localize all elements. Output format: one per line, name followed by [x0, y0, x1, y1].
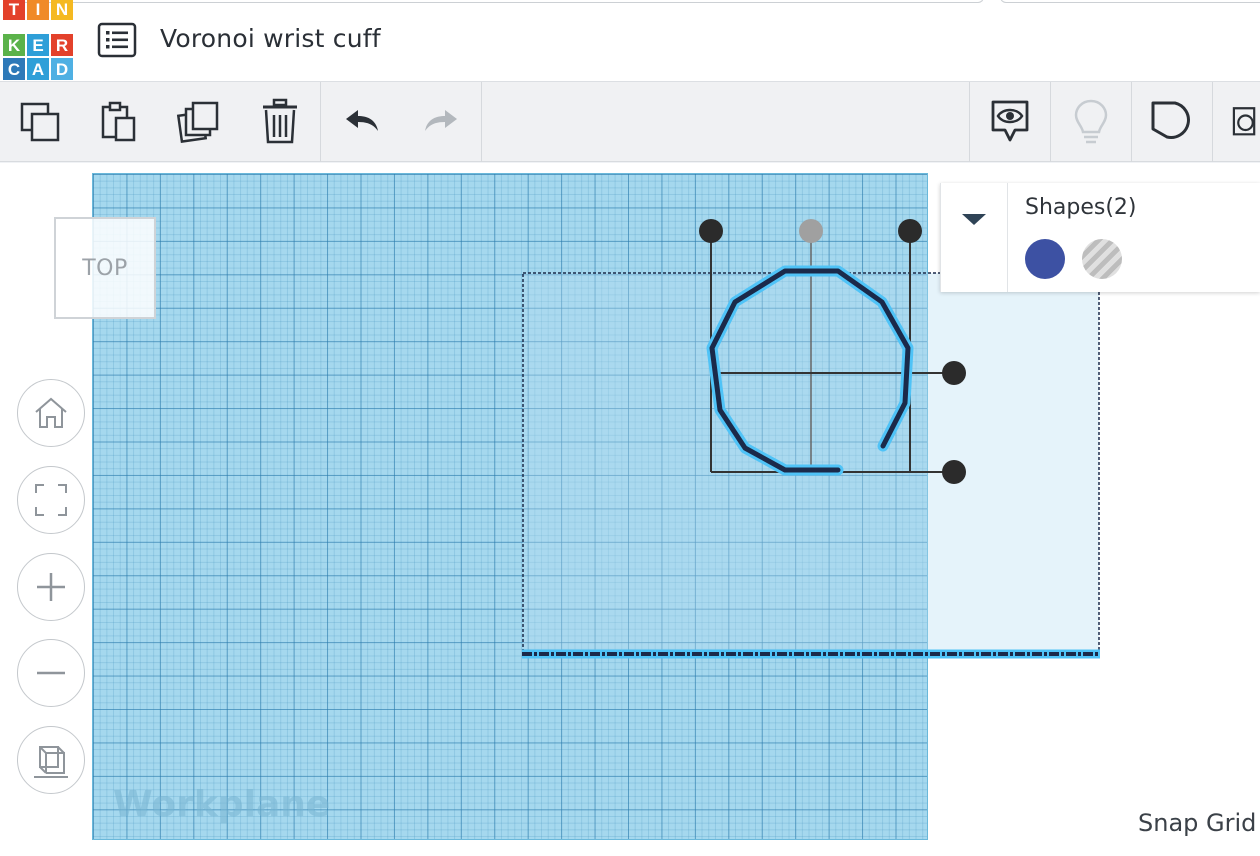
- zoom-out-icon: [37, 671, 65, 675]
- shapes-panel-title: Shapes(2): [1025, 195, 1137, 220]
- fit-view-button[interactable]: [17, 466, 85, 534]
- zoom-in-button[interactable]: [17, 553, 85, 621]
- ortho-view-icon: [34, 746, 68, 778]
- home-view-button[interactable]: [17, 379, 85, 447]
- fit-view-icon: [35, 484, 67, 516]
- design-title[interactable]: Voronoi wrist cuff: [160, 24, 381, 53]
- shape-tool-button[interactable]: [1132, 82, 1212, 162]
- caret-down-icon: [962, 214, 986, 225]
- zoom-in-icon: [37, 573, 65, 601]
- toolbar-separator: [320, 82, 321, 162]
- redo-button[interactable]: [402, 82, 480, 162]
- toolbar-separator: [481, 82, 482, 162]
- notes-icon: [991, 100, 1029, 142]
- undo-icon: [346, 110, 378, 131]
- lightbulb-icon: [1074, 99, 1108, 144]
- shape-tool-button-2[interactable]: [1213, 82, 1260, 162]
- shapes-panel: Shapes(2): [940, 183, 1260, 292]
- notes-button[interactable]: [970, 82, 1050, 162]
- redo-icon: [425, 110, 457, 131]
- logo-letter: C: [3, 58, 25, 80]
- view-cube-face-label: TOP: [82, 255, 128, 281]
- logo-letter: N: [51, 0, 73, 20]
- undo-button[interactable]: [322, 82, 402, 162]
- lightbulb-button[interactable]: [1051, 82, 1131, 162]
- logo-letter: D: [51, 58, 73, 80]
- snap-grid-label[interactable]: Snap Grid: [1138, 809, 1256, 837]
- copy-button[interactable]: [0, 82, 80, 162]
- copy-icon: [20, 102, 60, 142]
- shape-icon-2: [1232, 107, 1256, 136]
- workplane-label: Workplane: [113, 784, 331, 825]
- paste-icon: [101, 101, 136, 142]
- zoom-out-button[interactable]: [17, 639, 85, 707]
- hole-swatch[interactable]: [1082, 239, 1122, 279]
- solid-color-swatch[interactable]: [1025, 239, 1065, 279]
- delete-icon: [263, 98, 297, 144]
- home-icon: [35, 397, 67, 428]
- toolbar: [0, 82, 1260, 162]
- logo-letter: E: [27, 34, 49, 56]
- duplicate-button[interactable]: [160, 82, 240, 162]
- view-cube[interactable]: TOP: [54, 217, 156, 319]
- logo-letter: A: [27, 58, 49, 80]
- tinkercad-logo[interactable]: T I N K E R C A D: [3, 0, 73, 80]
- ortho-view-button[interactable]: [17, 726, 85, 794]
- workplane-grid[interactable]: [92, 173, 928, 840]
- design-list-button[interactable]: [97, 22, 137, 58]
- duplicate-icon: [176, 101, 219, 143]
- shape-icon: [1151, 101, 1190, 139]
- shapes-panel-toggle[interactable]: [941, 183, 1008, 292]
- delete-button[interactable]: [240, 82, 320, 162]
- logo-letter: T: [3, 0, 25, 20]
- list-icon: [97, 22, 137, 58]
- logo-letter: I: [27, 0, 49, 20]
- logo-letter: K: [3, 34, 25, 56]
- browser-bar-edge: [1000, 0, 1260, 3]
- browser-address-bar-edge: [20, 0, 984, 3]
- logo-letter: R: [51, 34, 73, 56]
- paste-button[interactable]: [80, 82, 160, 162]
- app-header: T I N K E R C A D Voronoi wrist cuff: [0, 0, 1260, 82]
